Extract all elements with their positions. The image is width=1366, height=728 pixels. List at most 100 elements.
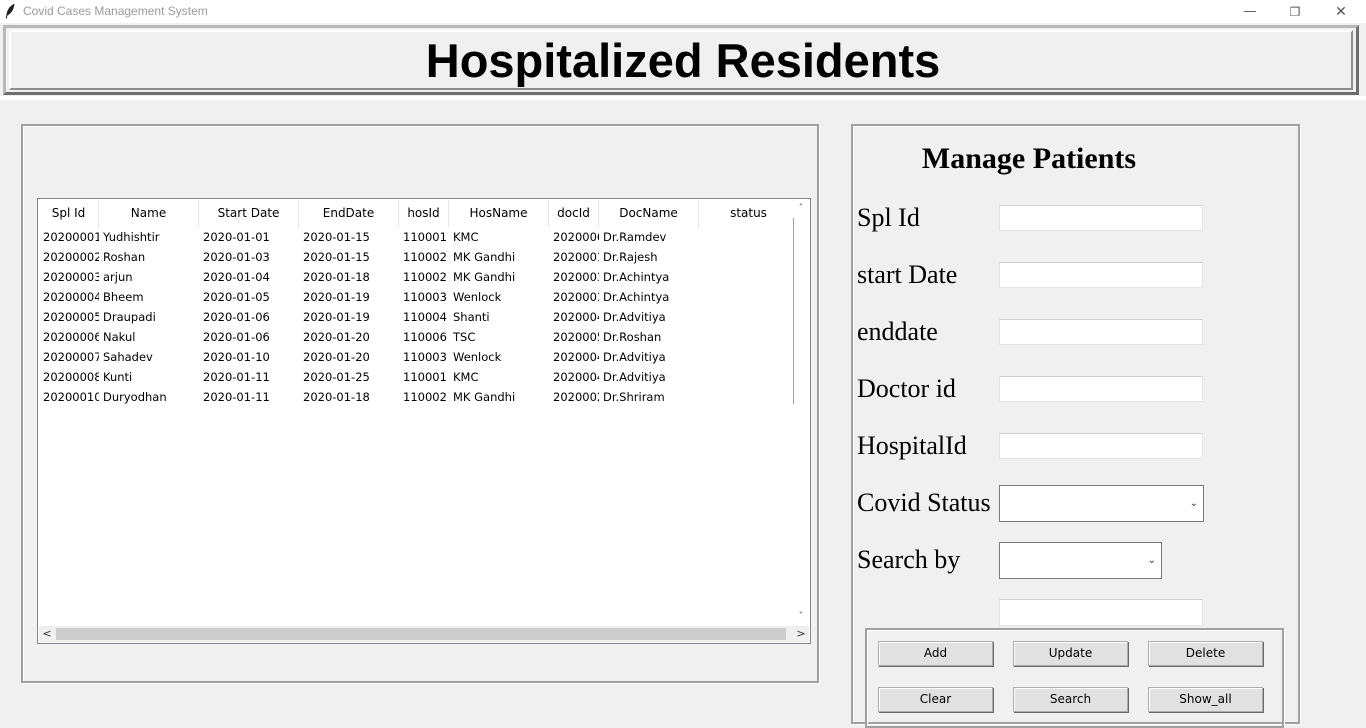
search-by-label: Search by: [857, 545, 961, 574]
table-cell: [699, 247, 793, 267]
table-cell: KMC: [453, 370, 479, 384]
search-text-input[interactable]: [999, 599, 1203, 626]
table-cell: Draupadi: [103, 310, 156, 324]
delete-button[interactable]: Delete: [1148, 641, 1263, 666]
table-row[interactable]: 20200010 Duryodhan 2020-01-11 2020-01-18 110…: [39, 387, 793, 407]
minimize-button[interactable]: —: [1227, 0, 1273, 23]
table-cell: Wenlock: [453, 350, 502, 364]
search-button[interactable]: Search: [1013, 687, 1128, 712]
doctor-id-input[interactable]: [999, 376, 1203, 402]
table-cell: 110006: [403, 330, 447, 344]
table-cell: 2020-01-10: [203, 350, 270, 364]
table-cell: 2020003: [553, 290, 599, 304]
table-cell: [699, 367, 793, 387]
table-cell: 20200004: [43, 290, 99, 304]
table-cell: 2020-01-18: [303, 390, 370, 404]
restore-button[interactable]: ❐: [1272, 0, 1318, 23]
header-divider: [0, 96, 1366, 100]
table-cell: 2020-01-25: [303, 370, 370, 384]
table-row[interactable]: 20200005 Draupadi 2020-01-06 2020-01-19 1100…: [39, 307, 793, 327]
table-cell: 2020-01-06: [203, 310, 270, 324]
spl-id-input[interactable]: [999, 205, 1203, 231]
table-row[interactable]: 20200008 Kunti 2020-01-11 2020-01-25 110001 K…: [39, 367, 793, 387]
column-header[interactable]: Spl Id: [39, 200, 99, 227]
end-date-input[interactable]: [999, 319, 1203, 345]
table-cell: KMC: [453, 230, 479, 244]
table-cell: 20200008: [43, 370, 99, 384]
table-cell: 110002: [403, 270, 447, 284]
horizontal-scroll-thumb[interactable]: [56, 628, 786, 640]
table-cell: 2020004: [553, 370, 599, 384]
table-row[interactable]: 20200002 Roshan 2020-01-03 2020-01-15 110002…: [39, 247, 793, 267]
table-cell: arjun: [103, 270, 133, 284]
table-cell: [699, 327, 793, 347]
scroll-right-icon[interactable]: >: [793, 626, 809, 642]
table-row[interactable]: 20200007 Sahadev 2020-01-10 2020-01-20 11000…: [39, 347, 793, 367]
scrollbar-divider: [793, 218, 794, 404]
update-button[interactable]: Update: [1013, 641, 1128, 666]
close-button[interactable]: ✕: [1318, 0, 1364, 23]
table-cell: [699, 227, 793, 247]
covid-status-label: Covid Status: [857, 488, 991, 517]
table-cell: 20200005: [43, 310, 99, 324]
covid-status-select[interactable]: ⌄: [999, 485, 1204, 522]
table-row[interactable]: 20200006 Nakul 2020-01-06 2020-01-20 110006 T…: [39, 327, 793, 347]
table-cell: Dr.Advitiya: [603, 370, 666, 384]
table-cell: Dr.Ramdev: [603, 230, 667, 244]
table-cell: 110004: [403, 310, 447, 324]
clear-button[interactable]: Clear: [878, 687, 993, 712]
column-header[interactable]: hosId: [399, 200, 449, 227]
table-cell: Duryodhan: [103, 390, 167, 404]
table-cell: Dr.Roshan: [603, 330, 662, 344]
table-cell: 2020-01-19: [303, 290, 370, 304]
scroll-up-icon[interactable]: ˄: [793, 200, 809, 218]
table-cell: Roshan: [103, 250, 146, 264]
column-header[interactable]: status: [699, 200, 793, 227]
table-body[interactable]: 20200001 Yudhishtir 2020-01-01 2020-01-15 11…: [39, 227, 793, 407]
patients-table-viewport[interactable]: Spl Id Name Start Date EndDate hosId HosName d…: [39, 200, 793, 625]
table-cell: Kunti: [103, 370, 133, 384]
chevron-down-icon[interactable]: ⌄: [1148, 554, 1156, 565]
column-header[interactable]: Start Date: [199, 200, 299, 227]
table-cell: 20200001: [43, 230, 99, 244]
start-date-input[interactable]: [999, 262, 1203, 288]
table-cell: Dr.Achintya: [603, 290, 670, 304]
table-cell: 2020-01-15: [303, 230, 370, 244]
table-cell: Shanti: [453, 310, 490, 324]
chevron-down-icon[interactable]: ⌄: [1190, 497, 1198, 508]
end-date-label: enddate: [857, 317, 938, 346]
column-header[interactable]: HosName: [449, 200, 549, 227]
table-row[interactable]: 20200003 arjun 2020-01-04 2020-01-18 110002 M…: [39, 267, 793, 287]
table-cell: 110003: [403, 350, 447, 364]
table-cell: TSC: [453, 330, 476, 344]
scroll-down-icon[interactable]: ˅: [793, 608, 809, 626]
table-cell: 2020-01-04: [203, 270, 270, 284]
table-cell: Sahadev: [103, 350, 153, 364]
manage-patients-title: Manage Patients: [921, 142, 1137, 175]
column-header[interactable]: docId: [549, 200, 599, 227]
table-cell: 2020-01-11: [203, 390, 270, 404]
table-cell: [699, 307, 793, 327]
table-cell: MK Gandhi: [453, 270, 516, 284]
table-cell: [699, 287, 793, 307]
scroll-left-icon[interactable]: <: [39, 626, 55, 642]
table-cell: 2020001: [553, 250, 599, 264]
column-header[interactable]: EndDate: [299, 200, 399, 227]
table-cell: 2020-01-03: [203, 250, 270, 264]
column-header[interactable]: DocName: [599, 200, 699, 227]
table-cell: Dr.Rajesh: [603, 250, 658, 264]
vertical-scrollbar[interactable]: [793, 200, 809, 626]
column-header[interactable]: Name: [99, 200, 199, 227]
search-by-select[interactable]: ⌄: [999, 542, 1162, 579]
feather-icon: [5, 3, 15, 19]
show-all-button[interactable]: Show_all: [1148, 687, 1263, 712]
table-row[interactable]: 20200004 Bheem 2020-01-05 2020-01-19 110003 W…: [39, 287, 793, 307]
table-cell: Bheem: [103, 290, 144, 304]
add-button[interactable]: Add: [878, 641, 993, 666]
table-row[interactable]: 20200001 Yudhishtir 2020-01-01 2020-01-15 11…: [39, 227, 793, 247]
table-cell: 2020003: [553, 270, 599, 284]
hospital-id-input[interactable]: [999, 433, 1203, 459]
table-cell: Nakul: [103, 330, 136, 344]
table-cell: Dr.Achintya: [603, 270, 670, 284]
table-cell: 20200003: [43, 270, 99, 284]
